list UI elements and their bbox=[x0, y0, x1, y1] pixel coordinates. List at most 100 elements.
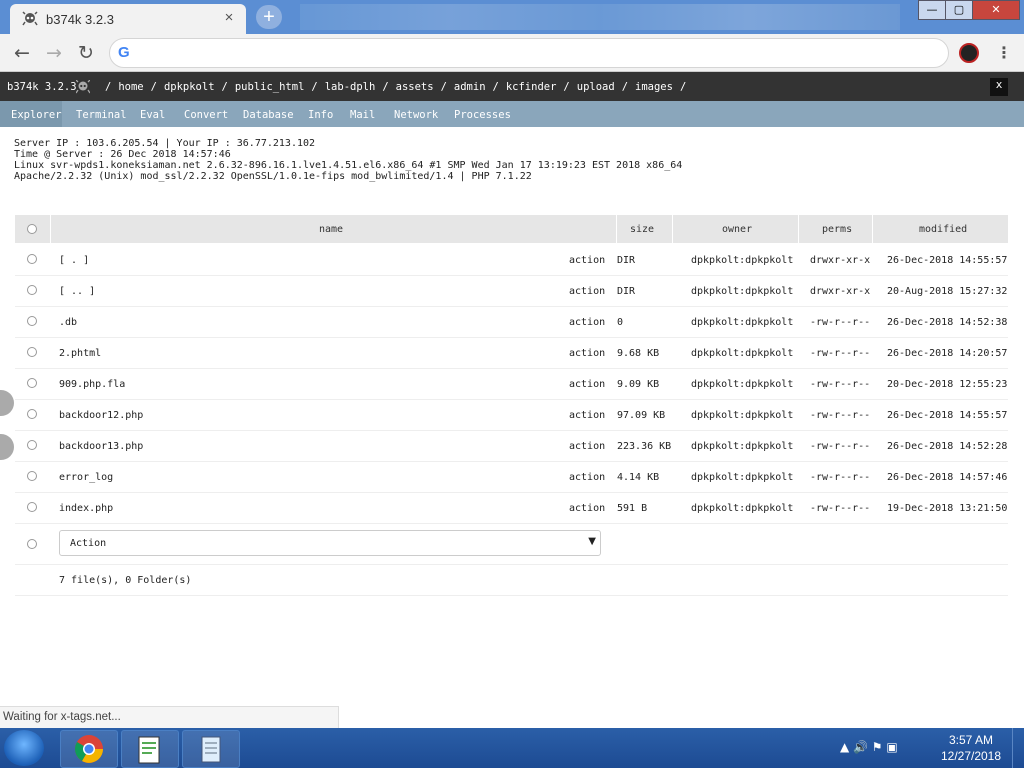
column-header-perms[interactable]: perms bbox=[822, 224, 852, 235]
cell-action[interactable]: action bbox=[569, 317, 605, 328]
extension-icon[interactable] bbox=[959, 43, 979, 63]
cell-action[interactable]: action bbox=[569, 441, 605, 452]
cell-name[interactable]: error_log bbox=[59, 472, 113, 483]
address-bar[interactable]: G bbox=[109, 38, 949, 68]
cell-name[interactable]: backdoor12.php bbox=[59, 410, 143, 421]
column-header-size[interactable]: size bbox=[630, 224, 654, 235]
cell-size: DIR bbox=[617, 255, 636, 266]
breadcrumb-item[interactable]: kcfinder bbox=[506, 81, 557, 93]
dropdown-arrow-icon: ▼ bbox=[588, 536, 596, 547]
cell-name[interactable]: 2.phtml bbox=[59, 348, 101, 359]
browser-toolbar: ← → ↻ G ⋮ bbox=[0, 34, 1024, 72]
row-select-radio[interactable] bbox=[27, 440, 37, 450]
menu-tab-info[interactable]: Info bbox=[308, 109, 333, 121]
cell-action[interactable]: action bbox=[569, 348, 605, 359]
cell-name[interactable]: [ . ] bbox=[59, 255, 89, 266]
system-tray-icons[interactable]: ▲ 🔊 ⚑ ▣ bbox=[840, 740, 898, 754]
cell-action[interactable]: action bbox=[569, 472, 605, 483]
table-row[interactable]: error_log action 4.14 KB dpkpkolt:dpkpkolt -… bbox=[15, 461, 1008, 493]
browser-tab[interactable]: b374k 3.2.3 × bbox=[10, 4, 246, 34]
cell-action[interactable]: action bbox=[569, 379, 605, 390]
menu-tab-eval[interactable]: Eval bbox=[140, 109, 165, 121]
row-select-radio[interactable] bbox=[27, 285, 37, 295]
cell-owner: dpkpkolt:dpkpkolt bbox=[691, 410, 794, 421]
cell-modified: 26-Dec-2018 14:20:57 bbox=[887, 348, 1008, 359]
row-select-radio[interactable] bbox=[27, 254, 37, 264]
notepad-taskbar-icon[interactable] bbox=[182, 730, 240, 768]
column-header-name[interactable]: name bbox=[319, 224, 343, 235]
breadcrumb-item[interactable]: lab-dplh bbox=[325, 81, 376, 93]
side-nav-back-icon[interactable] bbox=[0, 390, 14, 416]
maximize-button[interactable]: ▢ bbox=[945, 0, 973, 20]
cell-action[interactable]: action bbox=[569, 286, 605, 297]
menu-tab-database[interactable]: Database bbox=[243, 109, 294, 121]
table-row[interactable]: [ . ] action DIR dpkpkolt:dpkpkolt drwxr-xr-… bbox=[15, 244, 1008, 276]
row-select-radio[interactable] bbox=[27, 316, 37, 326]
breadcrumb-item[interactable]: home bbox=[118, 81, 143, 93]
cell-modified: 26-Dec-2018 14:55:57 bbox=[887, 410, 1008, 421]
table-row[interactable]: backdoor12.php action 97.09 KB dpkpkolt:dpk… bbox=[15, 399, 1008, 431]
row-select-radio[interactable] bbox=[27, 409, 37, 419]
row-select-radio[interactable] bbox=[27, 471, 37, 481]
menu-tab-explorer[interactable]: Explorer bbox=[11, 109, 62, 121]
breadcrumb-item[interactable]: images bbox=[635, 81, 673, 93]
show-desktop-button[interactable] bbox=[1012, 728, 1024, 768]
menu-tab-network[interactable]: Network bbox=[394, 109, 438, 121]
column-header-owner[interactable]: owner bbox=[722, 224, 752, 235]
cell-owner: dpkpkolt:dpkpkolt bbox=[691, 348, 794, 359]
minimize-button[interactable]: — bbox=[918, 0, 946, 20]
table-row[interactable]: [ .. ] action DIR dpkpkolt:dpkpkolt drwxr-xr… bbox=[15, 275, 1008, 307]
breadcrumb-item[interactable]: public_html bbox=[235, 81, 305, 93]
row-select-radio[interactable] bbox=[27, 378, 37, 388]
action-row: Action ▼ bbox=[15, 524, 1008, 565]
tab-close-icon[interactable]: × bbox=[220, 9, 238, 27]
side-nav-forward-icon[interactable] bbox=[0, 434, 14, 460]
chrome-logo-icon bbox=[75, 735, 103, 763]
menu-tab-processes[interactable]: Processes bbox=[454, 109, 511, 121]
cell-action[interactable]: action bbox=[569, 503, 605, 514]
select-all-radio[interactable] bbox=[27, 224, 37, 234]
action-select[interactable]: Action ▼ bbox=[59, 530, 601, 556]
table-row[interactable]: .db action 0 dpkpkolt:dpkpkolt -rw-r--r-- 26-… bbox=[15, 306, 1008, 338]
breadcrumb-item[interactable]: admin bbox=[454, 81, 486, 93]
breadcrumb-item[interactable]: dpkpkolt bbox=[164, 81, 215, 93]
taskbar-clock[interactable]: 3:57 AM 12/27/2018 bbox=[938, 732, 1004, 764]
notepadpp-taskbar-icon[interactable] bbox=[121, 730, 179, 768]
background-tabs bbox=[300, 4, 900, 30]
shell-header: b374k 3.2.3 / home / dpkpkolt / public_html / l… bbox=[0, 72, 1024, 101]
cell-action[interactable]: action bbox=[569, 410, 605, 421]
forward-arrow-icon[interactable]: → bbox=[42, 41, 66, 65]
cell-name[interactable]: .db bbox=[59, 317, 77, 328]
cell-name[interactable]: 909.php.fla bbox=[59, 379, 125, 390]
row-select-radio[interactable] bbox=[27, 502, 37, 512]
table-row[interactable]: index.php action 591 B dpkpkolt:dpkpkolt -rw… bbox=[15, 492, 1008, 524]
cell-name[interactable]: index.php bbox=[59, 503, 113, 514]
new-tab-button[interactable]: + bbox=[256, 5, 282, 29]
breadcrumb-separator: / bbox=[221, 81, 228, 93]
chrome-taskbar-icon[interactable] bbox=[60, 730, 118, 768]
shell-close-button[interactable]: x bbox=[990, 78, 1008, 96]
cell-name[interactable]: [ .. ] bbox=[59, 286, 95, 297]
table-row[interactable]: 2.phtml action 9.68 KB dpkpkolt:dpkpkolt -rw… bbox=[15, 337, 1008, 369]
back-arrow-icon[interactable]: ← bbox=[10, 41, 34, 65]
table-row[interactable]: 909.php.fla action 9.09 KB dpkpkolt:dpkpkol… bbox=[15, 368, 1008, 400]
cell-modified: 20-Dec-2018 12:55:23 bbox=[887, 379, 1008, 390]
action-row-radio[interactable] bbox=[27, 539, 37, 549]
cell-owner: dpkpkolt:dpkpkolt bbox=[691, 286, 794, 297]
reload-icon[interactable]: ↻ bbox=[74, 41, 98, 65]
breadcrumb-item[interactable]: assets bbox=[396, 81, 434, 93]
address-input[interactable] bbox=[144, 43, 928, 65]
cell-perms: -rw-r--r-- bbox=[810, 348, 871, 359]
table-row[interactable]: backdoor13.php action 223.36 KB dpkpkolt:dp… bbox=[15, 430, 1008, 462]
breadcrumb-item[interactable]: upload bbox=[577, 81, 615, 93]
menu-tab-convert[interactable]: Convert bbox=[184, 109, 228, 121]
start-button[interactable] bbox=[4, 730, 44, 766]
row-select-radio[interactable] bbox=[27, 347, 37, 357]
cell-action[interactable]: action bbox=[569, 255, 605, 266]
menu-tab-terminal[interactable]: Terminal bbox=[76, 109, 127, 121]
window-close-button[interactable]: ✕ bbox=[972, 0, 1020, 20]
chrome-menu-icon[interactable]: ⋮ bbox=[996, 42, 1012, 64]
cell-name[interactable]: backdoor13.php bbox=[59, 441, 143, 452]
column-header-modified[interactable]: modified bbox=[919, 224, 967, 235]
menu-tab-mail[interactable]: Mail bbox=[350, 109, 375, 121]
